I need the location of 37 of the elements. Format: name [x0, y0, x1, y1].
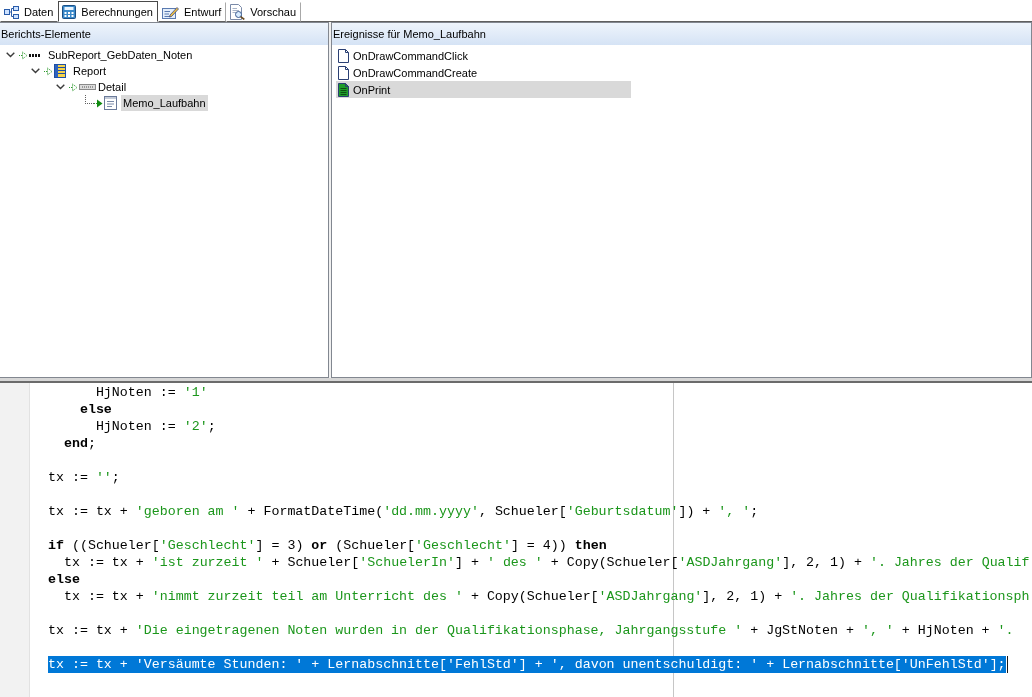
- code-line: HjNoten := '1': [95, 384, 208, 401]
- tab[interactable]: Vorschau: [226, 2, 302, 22]
- panel-title: Berichts-Elemente: [0, 23, 328, 45]
- event-item[interactable]: OnDrawCommandClick: [336, 47, 631, 64]
- code-line: tx := tx + 'Die eingetragenen Noten wurden in der Qualifikationsphase, Jahrgangsstufe ' + JgStNoten + ', ' + HjNoten + '.: [48, 622, 1014, 639]
- form-pencil-icon: [161, 5, 179, 19]
- code-line: end;: [63, 435, 96, 452]
- event-item[interactable]: OnDrawCommandCreate: [336, 64, 631, 81]
- tree-item[interactable]: Detail: [96, 79, 129, 95]
- code-line: else: [48, 571, 80, 588]
- code-line: tx := '';: [48, 469, 120, 486]
- page-magnifier-icon: [230, 4, 246, 20]
- code-line: tx := tx + 'geboren am ' + FormatDateTime('dd.mm.yyyy', Schueler['Geburtsdatum']) + ', ';: [48, 503, 759, 520]
- text-cursor: [1006, 656, 1008, 673]
- tree-item[interactable]: Memo_Laufbahn: [121, 95, 208, 111]
- tree-item[interactable]: SubReport_GebDaten_Noten: [46, 47, 195, 63]
- code-line: HjNoten := '2';: [95, 418, 216, 435]
- panel-title: Ereignisse für Memo_Laufbahn: [332, 23, 1031, 45]
- document-icon: [104, 96, 117, 110]
- code-editor[interactable]: [0, 383, 1032, 697]
- code-line: else: [79, 401, 112, 418]
- calculator-icon: [62, 4, 77, 19]
- code-line: tx := tx + 'ist zurzeit ' + Schueler['SchuelerIn'] + ' des ' + Copy(Schueler['ASDJahrgang'], 2, 1) + '. Jahres der Qualif: [63, 554, 1030, 571]
- code-line: tx := tx + 'nimmt zurzeit teil am Unterricht des ' + Copy(Schueler['ASDJahrgang'], 2, 1) + '. Jahres der Qualifikationsph: [63, 588, 1030, 605]
- dotted-line-icon: [29, 53, 40, 57]
- tab[interactable]: Entwurf: [157, 2, 227, 22]
- hierarchy-icon: [4, 5, 19, 19]
- event-item[interactable]: OnPrint: [336, 81, 631, 98]
- chevron-down-icon[interactable]: [30, 68, 40, 74]
- bar-icon: [79, 84, 96, 90]
- chevron-down-icon[interactable]: [5, 52, 15, 58]
- tree-connector: [85, 95, 94, 104]
- chevron-down-icon[interactable]: [55, 84, 65, 90]
- tree-item[interactable]: Report: [71, 63, 109, 79]
- tab[interactable]: Berechnungen: [58, 1, 158, 22]
- code-line: if ((Schueler['Geschlecht'] = 3) or (Schueler['Geschlecht'] = 4)) then: [48, 537, 607, 554]
- table-icon: [54, 64, 66, 78]
